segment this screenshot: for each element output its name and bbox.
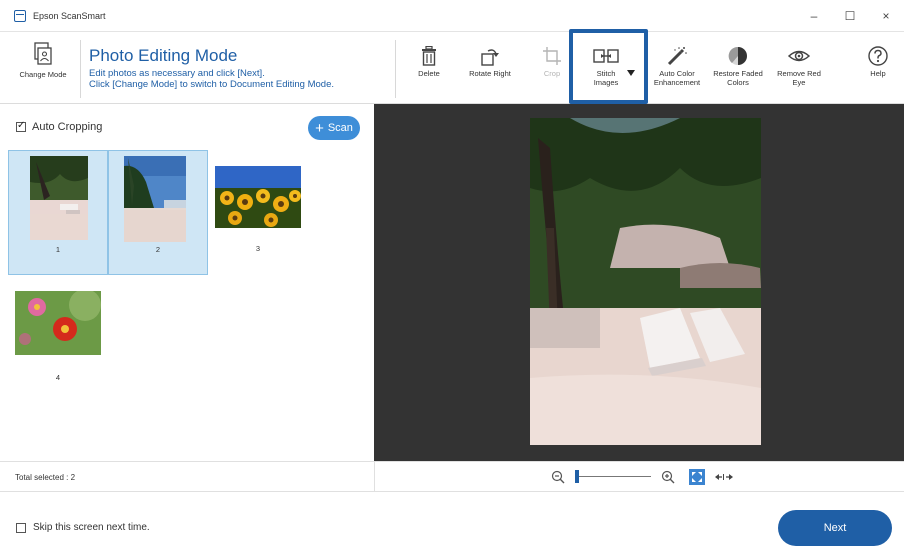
scan-label: Scan	[327, 122, 353, 134]
zoom-toolbar	[374, 461, 904, 491]
mode-title: Photo Editing Mode	[89, 46, 238, 65]
thumbnail-card-2[interactable]: 2	[108, 150, 208, 275]
change-mode-button[interactable]: Change Mode	[10, 42, 76, 98]
magic-wand-icon	[667, 47, 687, 66]
total-selected-text: Total selected : 2	[15, 473, 76, 482]
thumbnail-card-4[interactable]: 4	[8, 276, 108, 401]
restore-faded-label: Restore Faded Colors	[713, 69, 763, 87]
thumbnail-number-4: 4	[55, 373, 61, 382]
thumbnail-card-1[interactable]: 1	[8, 150, 108, 275]
preview-pane	[374, 104, 904, 461]
auto-color-line-2: Enhancement	[653, 77, 701, 87]
rotate-right-label: Rotate Right	[469, 69, 511, 78]
rotate-right-button[interactable]: Rotate Right	[464, 46, 516, 79]
mode-description-line-2: Click [Change Mode] to switch to Documen…	[89, 79, 335, 90]
toolbar-divider	[80, 40, 81, 98]
mode-description-line-1: Edit photos as necessary and click [Next…	[89, 68, 265, 79]
sunflowers-icon	[215, 166, 301, 228]
change-mode-label: Change Mode	[19, 70, 67, 79]
restore-faded-colors-button[interactable]: Restore Faded Colors	[709, 46, 767, 87]
toolbar-divider	[395, 40, 396, 98]
plus-icon: +	[315, 119, 324, 137]
zoom-slider-handle[interactable]	[575, 470, 579, 483]
thumbnail-number-1: 1	[55, 245, 61, 254]
mode-description: Edit photos as necessary and click [Next…	[89, 68, 334, 90]
maximize-button[interactable]: ☐	[832, 0, 868, 32]
auto-color-button[interactable]: Auto Color Enhancement	[650, 46, 704, 87]
footer: Skip this screen next time. Next	[0, 491, 904, 557]
crop-label: Crop	[543, 69, 561, 78]
zoom-in-icon[interactable]	[661, 470, 675, 484]
scan-button[interactable]: + Scan	[308, 116, 360, 140]
next-button[interactable]: Next	[778, 510, 892, 546]
auto-cropping-label: Auto Cropping	[32, 121, 103, 133]
beach-sky-icon	[124, 156, 186, 242]
restore-colors-icon	[728, 46, 747, 65]
auto-cropping-option[interactable]: Auto Cropping	[16, 120, 103, 133]
eye-icon	[788, 50, 810, 62]
trash-icon	[422, 46, 436, 66]
delete-button[interactable]: Delete	[410, 46, 448, 79]
skip-screen-label: Skip this screen next time.	[33, 522, 150, 533]
restore-line-2: Colors	[727, 77, 749, 87]
red-eye-line-2: Eye	[792, 77, 806, 87]
zoom-out-icon[interactable]	[551, 470, 565, 484]
skip-screen-checkbox[interactable]	[16, 522, 26, 533]
skip-screen-option[interactable]: Skip this screen next time.	[16, 522, 150, 533]
window-controls: – ☐ ×	[796, 0, 904, 32]
remove-red-eye-button[interactable]: Remove Red Eye	[773, 46, 825, 87]
remove-red-eye-label: Remove Red Eye	[777, 69, 821, 87]
actual-size-icon[interactable]	[715, 472, 733, 482]
close-button[interactable]: ×	[868, 0, 904, 32]
auto-color-label: Auto Color Enhancement	[653, 69, 701, 87]
crop-button[interactable]: Crop	[537, 46, 567, 79]
change-mode-icon	[34, 42, 52, 65]
delete-label: Delete	[418, 69, 440, 78]
help-icon	[868, 46, 888, 66]
zoom-slider-track[interactable]	[575, 476, 651, 477]
toolbar: Change Mode Photo Editing Mode Edit phot…	[0, 32, 904, 104]
beach-chairs-icon	[30, 156, 88, 240]
window-title: Epson ScanSmart	[33, 10, 106, 21]
help-button[interactable]: Help	[865, 46, 891, 79]
thumbnail-number-3: 3	[255, 244, 261, 253]
thumbnail-number-2: 2	[155, 245, 161, 254]
help-label: Help	[870, 69, 886, 78]
thumbnail-card-3[interactable]: 3	[208, 150, 308, 275]
app-icon	[14, 9, 26, 22]
status-bar: Total selected : 2	[0, 461, 374, 491]
stitch-images-highlight	[569, 29, 648, 104]
minimize-button[interactable]: –	[796, 0, 832, 32]
auto-cropping-checkbox[interactable]	[16, 120, 26, 132]
title-bar: Epson ScanSmart – ☐ ×	[0, 0, 904, 32]
preview-image	[530, 118, 761, 445]
rotate-right-icon	[481, 49, 499, 66]
flowers-icon	[15, 291, 101, 355]
fit-to-window-icon[interactable]	[689, 469, 705, 485]
thumbnail-pane: Auto Cropping + Scan 1 2	[0, 104, 374, 461]
crop-icon	[543, 47, 561, 65]
